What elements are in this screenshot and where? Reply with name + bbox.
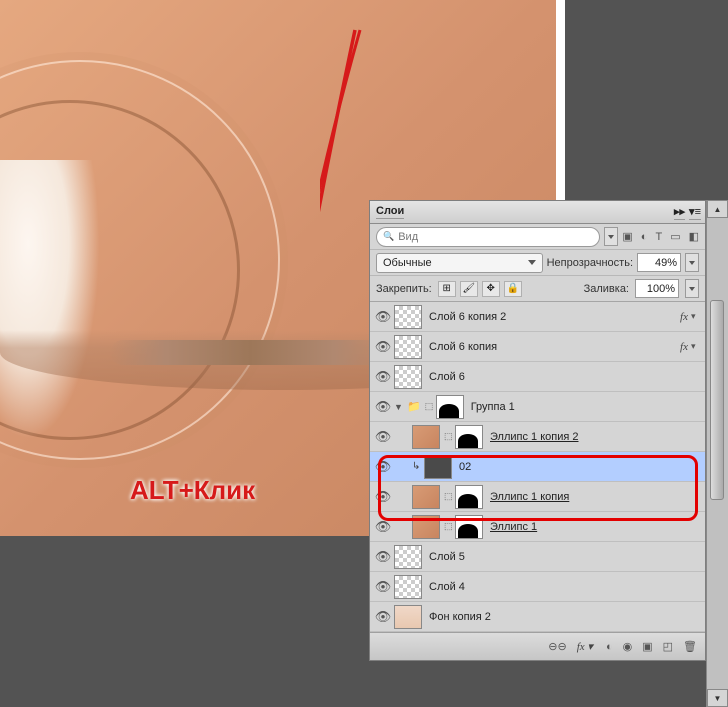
- lock-position-icon[interactable]: ✥: [482, 281, 500, 297]
- layer-row[interactable]: 👁 Слой 6 копияfx▾: [370, 332, 705, 362]
- fill-label: Заливка:: [584, 283, 629, 295]
- opacity-arrow-button[interactable]: [685, 253, 699, 272]
- panel-menu-icon[interactable]: ▾≡: [689, 205, 701, 220]
- layer-effects-icon[interactable]: fx ▾: [577, 640, 593, 653]
- link-icon: ⬚: [444, 521, 454, 532]
- layer-row[interactable]: 👁 Слой 5: [370, 542, 705, 572]
- layer-thumbnail[interactable]: [394, 575, 422, 599]
- layer-row[interactable]: 👁 ⬚ Эллипс 1 копия: [370, 482, 705, 512]
- panel-footer: ⊖⊖ fx ▾ ◐ ◉ ▣ ◰ 🗑: [370, 632, 705, 660]
- lock-label: Закрепить:: [376, 283, 432, 295]
- mask-thumbnail[interactable]: [455, 515, 483, 539]
- visibility-toggle-icon[interactable]: 👁: [374, 608, 392, 626]
- panel-scrollbar[interactable]: ▲ ▼: [706, 200, 728, 707]
- fill-arrow-button[interactable]: [685, 279, 699, 298]
- blend-mode-select[interactable]: Обычные: [376, 253, 543, 273]
- panel-header[interactable]: Слои ▸▸ ▾≡: [370, 201, 705, 224]
- layer-thumbnail[interactable]: [394, 605, 422, 629]
- effects-badge-icon[interactable]: fx: [680, 341, 688, 353]
- filter-dropdown-button[interactable]: [604, 227, 618, 246]
- opacity-input[interactable]: 49%: [637, 253, 681, 272]
- visibility-toggle-icon[interactable]: 👁: [374, 368, 392, 386]
- mask-thumbnail[interactable]: [455, 485, 483, 509]
- visibility-toggle-icon[interactable]: 👁: [374, 458, 392, 476]
- layer-name-label[interactable]: Слой 6 копия: [425, 341, 680, 353]
- link-icon: ⬚: [444, 431, 454, 442]
- visibility-toggle-icon[interactable]: 👁: [374, 308, 392, 326]
- folder-icon: 📁: [407, 400, 421, 413]
- layer-name-label[interactable]: Эллипс 1 копия: [486, 491, 701, 503]
- visibility-toggle-icon[interactable]: 👁: [374, 398, 392, 416]
- layer-row[interactable]: 👁 Слой 6 копия 2fx▾: [370, 302, 705, 332]
- visibility-toggle-icon[interactable]: 👁: [374, 428, 392, 446]
- filter-smart-icon[interactable]: ◧: [689, 230, 699, 243]
- visibility-toggle-icon[interactable]: 👁: [374, 578, 392, 596]
- visibility-toggle-icon[interactable]: 👁: [374, 548, 392, 566]
- photo-subject: [0, 160, 100, 440]
- annotation-text: ALT+Клик: [130, 475, 255, 506]
- filter-icons: ▣ ◐ T ▭ ◧: [622, 230, 699, 243]
- layer-filter-input[interactable]: Вид: [376, 227, 600, 247]
- effects-expand-icon[interactable]: ▾: [691, 311, 701, 322]
- link-icon: ⬚: [425, 401, 435, 412]
- link-layers-icon[interactable]: ⊖⊖: [548, 640, 566, 653]
- effects-expand-icon[interactable]: ▾: [691, 341, 701, 352]
- layer-thumbnail[interactable]: [394, 365, 422, 389]
- filter-adjust-icon[interactable]: ◐: [641, 231, 648, 243]
- visibility-toggle-icon[interactable]: 👁: [374, 338, 392, 356]
- filter-text-icon[interactable]: T: [655, 231, 662, 243]
- link-icon: ⬚: [444, 491, 454, 502]
- layer-thumbnail[interactable]: [424, 455, 452, 479]
- layer-row[interactable]: 👁 ⬚ Эллипс 1 копия 2: [370, 422, 705, 452]
- visibility-toggle-icon[interactable]: 👁: [374, 518, 392, 536]
- panel-title: Слои: [376, 205, 404, 219]
- clip-indicator-icon: ↳: [412, 461, 422, 472]
- mask-thumbnail[interactable]: [455, 425, 483, 449]
- layer-thumbnail[interactable]: [412, 485, 440, 509]
- layer-thumbnail[interactable]: [394, 335, 422, 359]
- group-expand-icon[interactable]: ▼: [394, 402, 404, 412]
- layer-row[interactable]: 👁▼📁 ⬚ Группа 1: [370, 392, 705, 422]
- effects-badge-icon[interactable]: fx: [680, 311, 688, 323]
- scroll-up-button[interactable]: ▲: [707, 200, 728, 218]
- layers-panel: Слои ▸▸ ▾≡ Вид ▣ ◐ T ▭ ◧ Обычные Непрозр…: [369, 200, 706, 661]
- mask-thumbnail[interactable]: [436, 395, 464, 419]
- layer-name-label[interactable]: Группа 1: [467, 401, 701, 413]
- group-icon[interactable]: ▣: [642, 640, 652, 653]
- delete-layer-icon[interactable]: 🗑: [683, 640, 697, 653]
- layer-name-label[interactable]: Слой 4: [425, 581, 701, 593]
- visibility-toggle-icon[interactable]: 👁: [374, 488, 392, 506]
- layer-name-label[interactable]: Фон копия 2: [425, 611, 701, 623]
- layer-row[interactable]: 👁 ⬚ Эллипс 1: [370, 512, 705, 542]
- scroll-down-button[interactable]: ▼: [707, 689, 728, 707]
- opacity-label: Непрозрачность:: [547, 257, 633, 269]
- layer-mask-icon[interactable]: ◐: [606, 641, 613, 653]
- layer-name-label[interactable]: Слой 5: [425, 551, 701, 563]
- filter-shape-icon[interactable]: ▭: [670, 230, 680, 243]
- layer-thumbnail[interactable]: [394, 305, 422, 329]
- scroll-thumb[interactable]: [710, 300, 724, 500]
- layer-row[interactable]: 👁 Слой 4: [370, 572, 705, 602]
- layer-thumbnail[interactable]: [394, 545, 422, 569]
- adjustment-layer-icon[interactable]: ◉: [623, 640, 633, 653]
- annotation-arrow: [320, 25, 370, 355]
- new-layer-icon[interactable]: ◰: [663, 640, 673, 653]
- layer-row[interactable]: 👁 ↳ 02: [370, 452, 705, 482]
- layer-thumbnail[interactable]: [412, 425, 440, 449]
- layer-name-label[interactable]: Слой 6: [425, 371, 701, 383]
- layer-name-label[interactable]: 02: [455, 461, 701, 473]
- layer-name-label[interactable]: Эллипс 1: [486, 521, 701, 533]
- filter-image-icon[interactable]: ▣: [622, 230, 632, 243]
- layer-thumbnail[interactable]: [412, 515, 440, 539]
- fill-input[interactable]: 100%: [635, 279, 679, 298]
- layer-name-label[interactable]: Эллипс 1 копия 2: [486, 431, 701, 443]
- lock-all-icon[interactable]: 🔒: [504, 281, 522, 297]
- layer-row[interactable]: 👁 Слой 6: [370, 362, 705, 392]
- layer-row[interactable]: 👁 Фон копия 2: [370, 602, 705, 632]
- panel-collapse-icon[interactable]: ▸▸: [674, 205, 685, 220]
- layers-list: 👁Слой 6 копия 2fx▾👁Слой 6 копияfx▾👁Слой …: [370, 302, 705, 632]
- lock-paint-icon[interactable]: 🖌: [460, 281, 478, 297]
- layer-name-label[interactable]: Слой 6 копия 2: [425, 311, 680, 323]
- lock-transparency-icon[interactable]: ⊞: [438, 281, 456, 297]
